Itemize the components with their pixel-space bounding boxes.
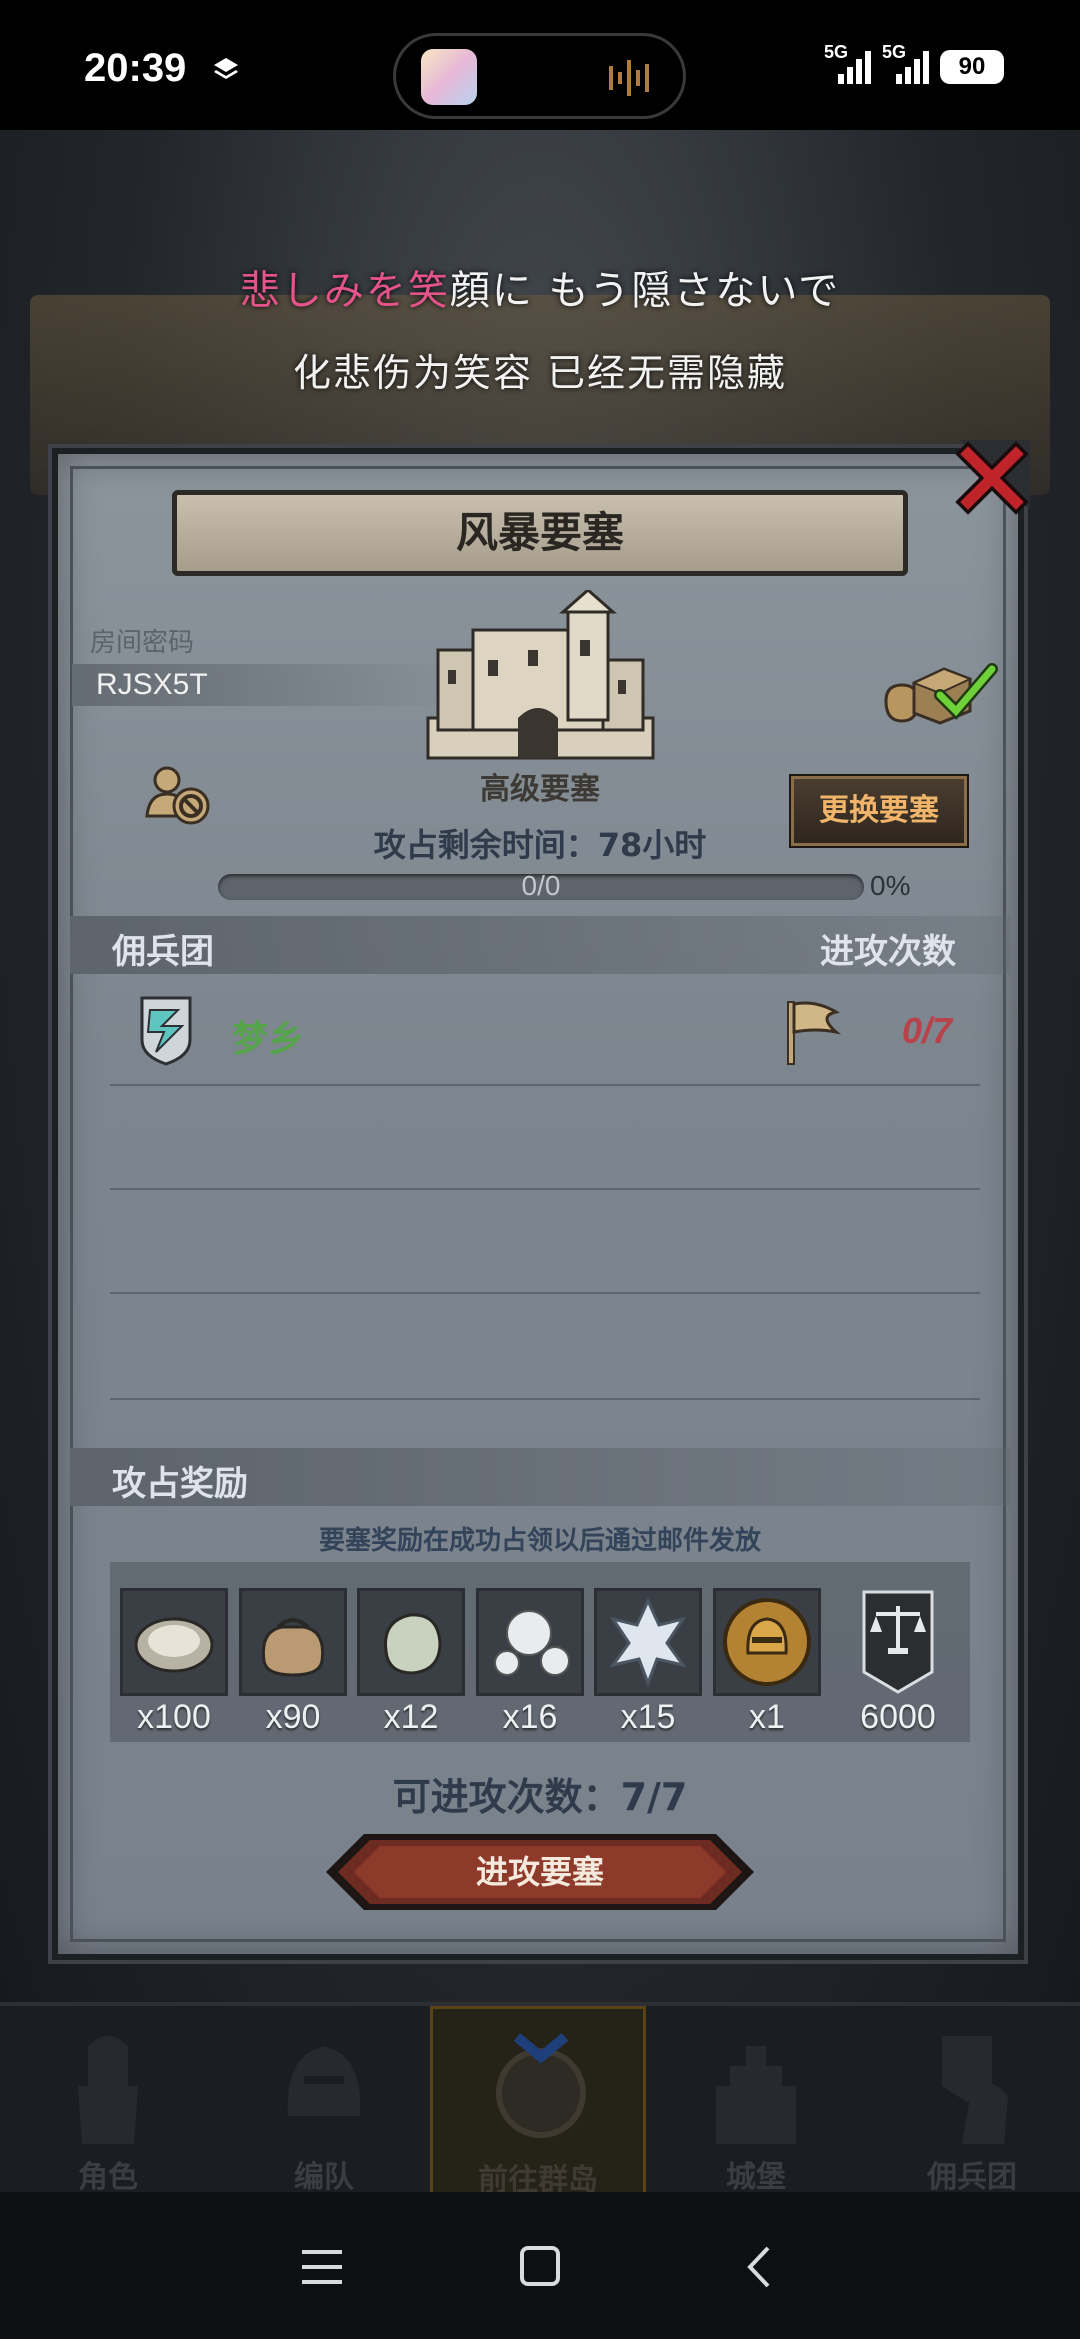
castle-icon bbox=[426, 590, 655, 760]
music-app-icon[interactable] bbox=[421, 49, 477, 105]
lyric-line-chinese: 化悲伤为笑容 已经无需隐藏 bbox=[292, 351, 788, 395]
jade-stone-icon[interactable] bbox=[357, 1588, 465, 1696]
attack-fortress-button[interactable]: 进攻要塞 bbox=[324, 1832, 756, 1912]
close-icon[interactable] bbox=[950, 440, 1030, 520]
reward-note: 要塞奖励在成功占领以后通过邮件发放 bbox=[318, 1526, 761, 1556]
reward-qty: x15 bbox=[620, 1698, 676, 1736]
reward-qty: x100 bbox=[137, 1698, 211, 1736]
scales-banner-icon[interactable] bbox=[848, 1588, 948, 1696]
helmet-icon bbox=[287, 2046, 361, 2116]
audio-wave-icon bbox=[609, 60, 649, 96]
user-blocked-icon[interactable] bbox=[145, 766, 213, 828]
row-divider bbox=[110, 1292, 980, 1294]
row-divider bbox=[110, 1188, 980, 1190]
nav-item-mercenary[interactable]: 佣兵团 bbox=[864, 2006, 1080, 2196]
status-right: 5G 5G 90 bbox=[824, 42, 1004, 86]
castle-icon bbox=[716, 2046, 796, 2144]
row-divider bbox=[110, 1084, 980, 1086]
reward-qty: x16 bbox=[502, 1698, 558, 1736]
status-time: 20:39 bbox=[84, 46, 187, 90]
guild-emblem-icon bbox=[140, 996, 192, 1066]
battery-icon: 90 bbox=[940, 50, 1004, 84]
nav-item-castle[interactable]: 城堡 bbox=[648, 2006, 864, 2196]
reward-qty: x90 bbox=[265, 1698, 321, 1736]
attack-count-header: 进攻次数 bbox=[820, 932, 956, 972]
nav-item-formation[interactable]: 编队 bbox=[216, 2006, 432, 2196]
guild-attack-count: 0/7 bbox=[902, 1010, 953, 1051]
capture-progress-percent: 0% bbox=[870, 870, 911, 901]
pearls-icon[interactable] bbox=[476, 1588, 584, 1696]
menu-icon[interactable] bbox=[292, 2242, 352, 2292]
screen: 20:39 5G 5G 90 悲しみを笑顔に もう隠さないで 化悲伤为笑容 已经… bbox=[0, 0, 1080, 2339]
globe-compass-icon bbox=[496, 2033, 586, 2138]
status-bar: 20:39 5G 5G 90 bbox=[0, 0, 1080, 130]
room-password-label: 房间密码 bbox=[90, 628, 195, 658]
row-divider bbox=[110, 1398, 980, 1400]
system-nav-bar bbox=[0, 2192, 1080, 2339]
supplies-ready-icon[interactable] bbox=[880, 655, 998, 725]
oyster-icon[interactable] bbox=[120, 1588, 228, 1696]
crystal-shard-icon[interactable] bbox=[594, 1588, 702, 1696]
back-icon[interactable] bbox=[730, 2242, 790, 2292]
dialog-title: 风暴要塞 bbox=[455, 508, 624, 557]
game-bottom-nav: 角色 编队 前往群岛 城堡 佣兵团 bbox=[0, 2002, 1080, 2198]
room-code[interactable]: RJSX5T bbox=[96, 668, 208, 702]
reward-qty: x1 bbox=[749, 1698, 785, 1736]
banner-knight-icon bbox=[942, 2036, 1008, 2144]
flag-icon bbox=[787, 1001, 842, 1065]
knight-helmet-coin-icon[interactable] bbox=[713, 1588, 821, 1696]
reward-qty: x12 bbox=[383, 1698, 439, 1736]
layers-icon bbox=[214, 58, 238, 79]
dynamic-island[interactable] bbox=[393, 33, 686, 119]
capture-progress-text: 0/0 bbox=[521, 870, 561, 901]
sack-icon[interactable] bbox=[239, 1588, 347, 1696]
home-icon[interactable] bbox=[510, 2242, 570, 2292]
reward-qty: 6000 bbox=[860, 1698, 936, 1736]
dialog-title-plate: 风暴要塞 bbox=[172, 490, 908, 576]
signal-icon: 5G bbox=[824, 42, 874, 86]
nav-item-islands[interactable]: 前往群岛 bbox=[430, 2006, 646, 2198]
signal-icon: 5G bbox=[882, 42, 932, 86]
lyric-line-japanese: 悲しみを笑顔に もう隠さないで bbox=[239, 268, 841, 314]
guild-name[interactable]: 梦乡 bbox=[232, 1010, 304, 1062]
mercenary-header: 佣兵团 bbox=[112, 932, 214, 972]
nav-item-character[interactable]: 角色 bbox=[0, 2006, 216, 2196]
knight-icon bbox=[78, 2036, 138, 2144]
reward-header: 攻占奖励 bbox=[112, 1464, 248, 1504]
change-fortress-button[interactable]: 更换要塞 bbox=[791, 776, 967, 846]
remaining-attacks: 可进攻次数：7/7 bbox=[392, 1775, 688, 1819]
